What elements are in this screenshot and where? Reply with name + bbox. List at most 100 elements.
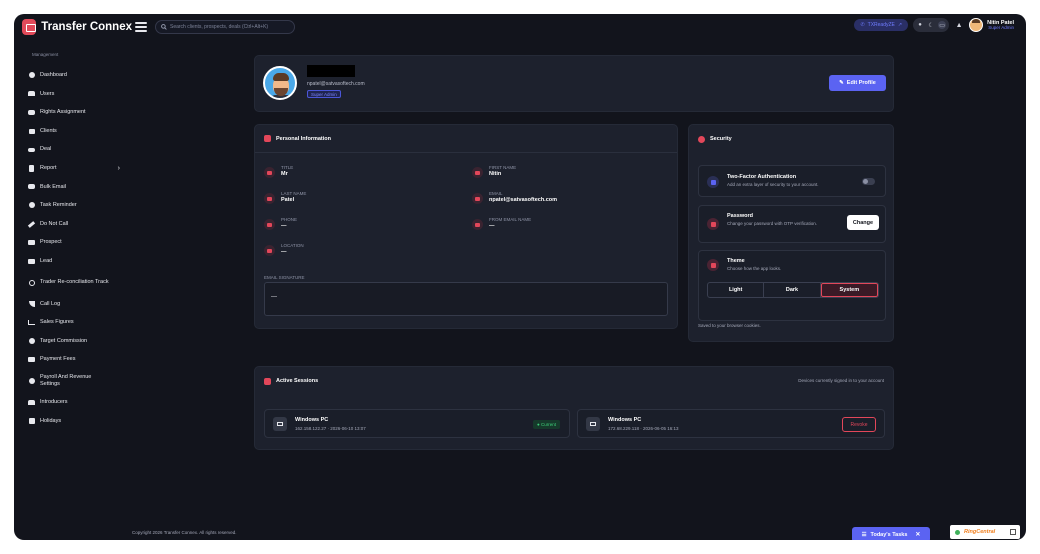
todays-tasks-button[interactable]: ☰ Today's Tasks ✕ [852,527,930,540]
sidebar-item-holidays[interactable]: Holidays [14,412,132,431]
session-device: Windows PC [608,417,642,423]
sidebar: Management Dashboard Users Rights Assign… [14,40,132,540]
bell-icon[interactable]: ▲ [954,20,964,30]
sidebar-item-rights-assignment[interactable]: Rights Assignment [14,103,132,122]
extension-badge[interactable]: ✆ TXReadyZE ↗ [854,19,909,31]
field-label: LAST NAME [281,191,307,196]
theme-switcher: ● ☾ ▭ [913,18,950,32]
prospect-icon [28,239,35,246]
field-label: TITLE [281,165,294,170]
theme-option-system[interactable]: System [820,283,878,297]
main-content: npatel@satvasoftech.com Super Admin ✎ Ed… [132,40,1026,540]
ringcentral-widget[interactable]: RingCentral [950,525,1020,539]
user-shield-icon [28,109,35,116]
field-location: LOCATION — [264,243,304,256]
session-device: Windows PC [295,417,329,423]
field-label: PHONE [281,217,298,222]
two-factor-section: Two-Factor Authentication Add an extra l… [698,165,886,197]
field-value: — [489,223,495,229]
sidebar-item-payment-fees[interactable]: Payment Fees [14,350,132,369]
calendar-icon [28,417,35,424]
sidebar-item-lead[interactable]: Lead [14,252,132,271]
monitor-icon[interactable]: ▭ [938,21,947,29]
email-signature-box: — [264,282,668,316]
revoke-session-button[interactable]: Revoke [842,417,876,432]
list-icon: ☰ [861,531,867,538]
email-signature-label: EMAIL SIGNATURE [264,275,305,280]
search-input[interactable] [170,24,290,30]
profile-header-card: npatel@satvasoftech.com Super Admin ✎ Ed… [254,55,894,112]
chevron-right-icon: › [117,164,120,172]
sidebar-item-report[interactable]: Report › [14,159,132,178]
sidebar-item-bulk-email[interactable]: Bulk Email [14,178,132,197]
theme-description: Choose how the app looks. [727,266,782,271]
theme-option-dark[interactable]: Dark [764,283,821,297]
theme-note: Saved to your browser cookies. [698,323,761,328]
password-section: Password Change your password with OTP v… [698,205,886,243]
profile-email: npatel@satvasoftech.com [307,81,365,87]
dashboard-icon [28,72,35,79]
lead-icon [28,258,35,265]
sidebar-item-prospect[interactable]: Prospect [14,233,132,252]
two-factor-toggle[interactable] [862,178,875,185]
phone-icon [28,300,35,307]
field-value: Mr [281,171,288,177]
search-icon [161,24,167,30]
sun-icon[interactable]: ● [916,21,924,29]
password-title: Password [727,213,753,219]
phone-slash-icon [27,220,36,228]
user-menu[interactable]: Nitin Patel Super Admin [969,18,1014,32]
sidebar-item-payroll-revenue[interactable]: Payroll And Revenue Settings [14,369,132,393]
sidebar-item-sales-figures[interactable]: Sales Figures [14,313,132,332]
clock-icon [28,202,35,209]
handshake-icon [28,146,35,153]
paper-plane-icon [472,219,483,230]
hamburger-menu-icon[interactable] [135,22,147,32]
field-value: npatel@satvasoftech.com [489,197,558,203]
sidebar-item-dashboard[interactable]: Dashboard [14,66,132,85]
sync-icon [28,279,35,286]
monitor-icon [264,377,271,385]
change-password-button[interactable]: Change [847,215,879,230]
role-badge: Super Admin [307,90,341,98]
extension-label: TXReadyZE [867,22,895,28]
field-value: Patel [281,197,295,203]
sidebar-item-call-log[interactable]: Call Log [14,295,132,314]
close-icon[interactable]: ✕ [915,531,920,538]
map-pin-icon [264,245,275,256]
edit-profile-button[interactable]: ✎ Edit Profile [829,75,886,91]
sidebar-item-target-commission[interactable]: Target Commission [14,332,132,351]
shield-icon [698,135,705,143]
two-factor-title: Two-Factor Authentication [727,174,797,180]
field-label: LOCATION [281,243,304,248]
sidebar-item-deal[interactable]: Deal [14,140,132,159]
logo-icon [22,19,37,35]
app-window: Transfer Connex ✆ TXReadyZE ↗ ● ☾ ▭ ▲ Ni… [14,14,1026,540]
sidebar-item-task-reminder[interactable]: Task Reminder [14,196,132,215]
field-first-name: FIRST NAME Nitin [472,165,516,178]
sidebar-item-introducers[interactable]: Introducers [14,393,132,412]
two-factor-description: Add an extra layer of security to your a… [727,182,819,187]
laptop-icon [273,417,287,431]
moon-icon[interactable]: ☾ [927,21,935,29]
expand-icon[interactable] [1010,529,1016,535]
brand[interactable]: Transfer Connex [14,14,132,40]
users-icon [28,90,35,97]
theme-option-light[interactable]: Light [708,283,765,297]
card-title: Security [710,136,732,142]
sidebar-item-users[interactable]: Users [14,85,132,104]
envelope-icon [472,193,483,204]
sidebar-item-clients[interactable]: Clients [14,122,132,141]
session-item: Windows PC 172.68.229.118 · 2026-06-05 1… [577,409,885,438]
session-meta: 162.158.122.27 · 2026-06-10 13:07 [295,426,366,431]
session-item: Windows PC 162.158.122.27 · 2026-06-10 1… [264,409,570,438]
credit-card-icon [28,356,35,363]
field-label: FIRST NAME [489,165,517,170]
field-last-name: LAST NAME Patel [264,191,306,204]
sidebar-item-do-not-call[interactable]: Do Not Call [14,215,132,234]
sidebar-item-trader-reconciliation[interactable]: Trader Re-conciliation Track [14,271,132,295]
password-description: Change your password with OTP verificati… [727,221,817,226]
search-box[interactable] [155,20,295,34]
phone-icon: ✆ [860,22,865,28]
user-icon [472,167,483,178]
